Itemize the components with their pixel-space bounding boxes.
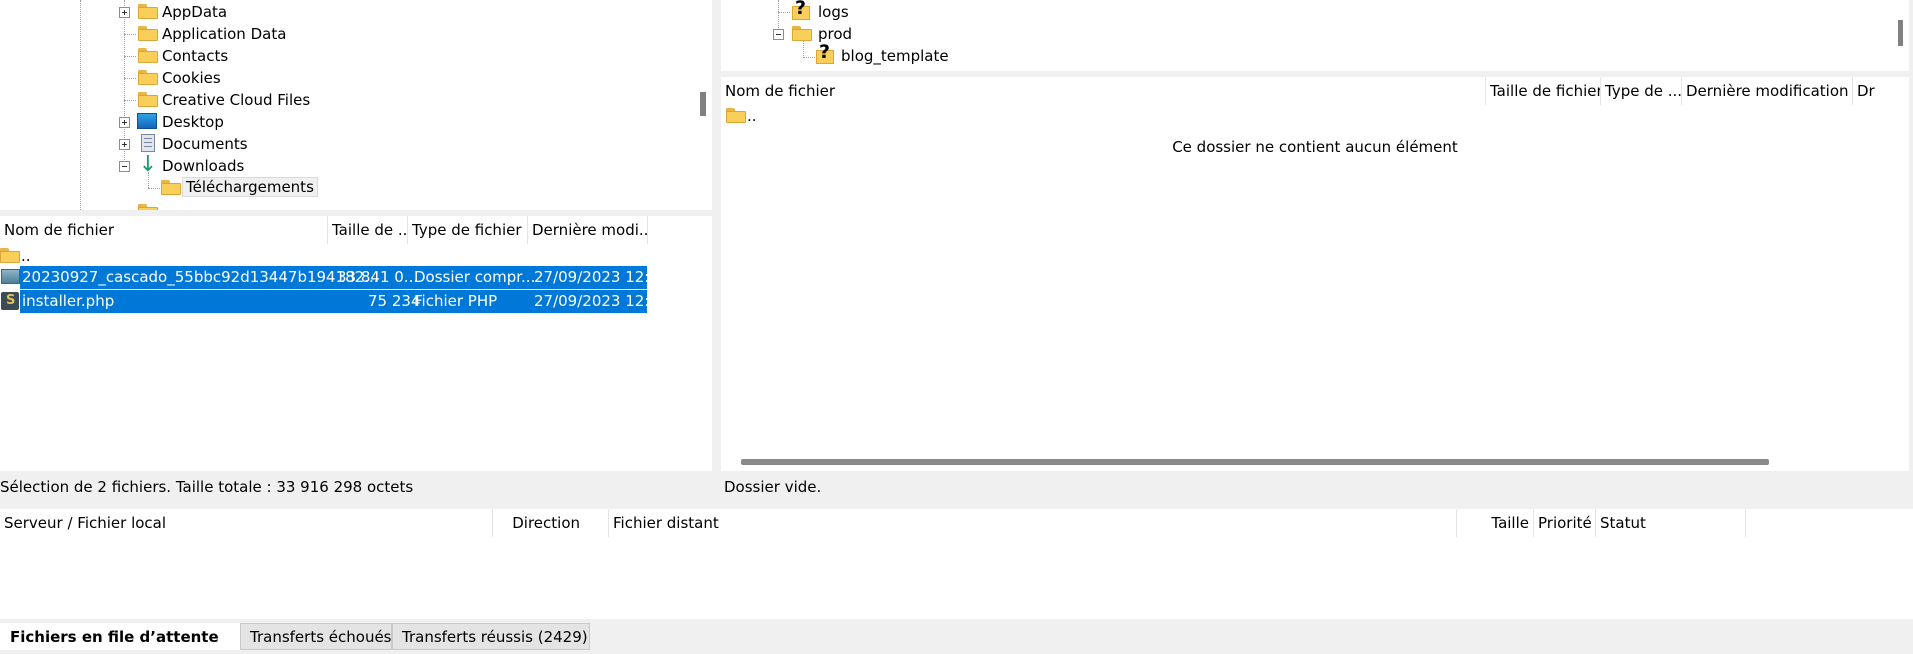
zip-file-icon	[1, 269, 20, 284]
empty-folder-message: Ce dossier ne contient aucun élément	[1172, 138, 1458, 156]
folder-icon	[138, 204, 158, 210]
expand-toggle[interactable]	[119, 7, 130, 18]
column-header-size[interactable]: Taille de fichier	[1486, 77, 1601, 105]
remote-list-header: Nom de fichier ^ Taille de fichier Type …	[721, 77, 1909, 105]
pane-splitter[interactable]	[714, 0, 719, 503]
column-header-priority[interactable]: Priorité	[1534, 509, 1596, 537]
tree-item-documents[interactable]: Documents	[162, 135, 248, 153]
remote-status-text: Dossier vide.	[724, 478, 822, 496]
sort-ascending-icon: ^	[156, 216, 164, 221]
folder-icon	[138, 70, 158, 85]
tab-successful-transfers[interactable]: Transferts réussis (2429)	[392, 623, 590, 650]
tab-queued-files[interactable]: Fichiers en file d’attente	[0, 623, 240, 650]
column-header-status[interactable]: Statut	[1596, 509, 1746, 537]
file-size: 33 841 0...	[337, 268, 419, 286]
column-header-type[interactable]: Type de ...	[1601, 77, 1682, 105]
column-header-type[interactable]: Type de fichier	[408, 216, 528, 244]
file-modified: 27/09/2023 12:...	[534, 292, 664, 310]
tree-item-desktop[interactable]: Desktop	[162, 113, 224, 131]
tree-scrollbar[interactable]	[693, 0, 712, 210]
tree-item-contacts[interactable]: Contacts	[162, 47, 228, 65]
file-name: installer.php	[22, 292, 115, 310]
remote-file-list[interactable]: Nom de fichier ^ Taille de fichier Type …	[721, 77, 1909, 471]
column-header-size[interactable]: Taille de ...	[328, 216, 408, 244]
tree-item-appdata[interactable]: AppData	[162, 3, 227, 21]
column-header-modified[interactable]: Dernière modification	[1682, 77, 1853, 105]
expand-toggle[interactable]	[119, 139, 130, 150]
column-header-remote-file[interactable]: Fichier distant	[609, 509, 1457, 537]
tree-item-creative-cloud-files[interactable]: Creative Cloud Files	[162, 91, 310, 109]
tree-guide	[80, 0, 81, 210]
tree-item-logs[interactable]: logs	[818, 3, 849, 21]
column-header-permissions[interactable]: Dr	[1853, 77, 1909, 105]
file-size: 75 234	[368, 292, 421, 310]
tree-guide	[148, 188, 160, 189]
tree-guide	[124, 34, 136, 35]
transfer-queue[interactable]: Serveur / Fichier local Direction Fichie…	[0, 509, 1913, 619]
tree-guide	[803, 40, 804, 58]
scrollbar-thumb[interactable]	[1898, 20, 1903, 46]
parent-directory[interactable]: ..	[747, 107, 757, 125]
tree-item-application-data[interactable]: Application Data	[162, 25, 286, 43]
local-status-text: Sélection de 2 fichiers. Taille totale :…	[0, 478, 414, 496]
tree-guide	[124, 78, 136, 79]
file-type: Dossier compr...	[414, 268, 536, 286]
table-row[interactable]: installer.php 75 234 Fichier PHP 27/09/2…	[20, 290, 664, 313]
folder-icon	[792, 26, 812, 41]
php-file-icon: S	[1, 292, 19, 310]
tree-item-downloads[interactable]: Downloads	[162, 157, 244, 175]
collapse-toggle[interactable]	[773, 29, 784, 40]
parent-directory[interactable]: ..	[21, 247, 31, 265]
collapse-toggle[interactable]	[119, 161, 130, 172]
question-folder-icon: ?	[814, 41, 834, 65]
tree-item-telechargements[interactable]: Téléchargements	[182, 177, 318, 197]
tree-guide	[124, 100, 136, 101]
tab-failed-transfers[interactable]: Transferts échoués	[240, 623, 392, 650]
tree-scrollbar[interactable]	[1891, 0, 1909, 71]
desktop-icon	[137, 113, 157, 129]
column-header-size[interactable]: Taille	[1457, 509, 1534, 537]
sort-ascending-icon: ^	[1098, 77, 1106, 82]
column-header-modified[interactable]: Dernière modi...	[528, 216, 648, 244]
documents-icon	[141, 134, 155, 152]
downloads-icon: ↓	[138, 152, 158, 177]
file-modified: 27/09/2023 12:...	[534, 268, 664, 286]
file-type: Fichier PHP	[414, 292, 498, 310]
table-row[interactable]: 20230927_cascado_55bbc92d13447b194182...…	[20, 266, 664, 289]
folder-icon	[138, 4, 158, 19]
local-file-list[interactable]: Nom de fichier ^ Taille de ... Type de f…	[0, 216, 712, 471]
question-folder-icon: ?	[790, 0, 810, 21]
tree-item-cookies[interactable]: Cookies	[162, 69, 221, 87]
folder-icon	[161, 180, 181, 195]
folder-icon	[138, 92, 158, 107]
folder-icon	[726, 108, 746, 123]
folder-icon	[138, 26, 158, 41]
folder-icon	[0, 248, 20, 263]
folder-icon	[138, 48, 158, 63]
tree-item-blog-template[interactable]: blog_template	[841, 47, 949, 65]
scrollbar-thumb[interactable]	[700, 92, 706, 116]
horizontal-scrollbar[interactable]	[741, 459, 1769, 465]
queue-header: Serveur / Fichier local Direction Fichie…	[0, 509, 1913, 537]
local-list-header: Nom de fichier ^ Taille de ... Type de f…	[0, 216, 712, 244]
tree-guide	[778, 12, 790, 13]
file-name: 20230927_cascado_55bbc92d13447b194182...	[22, 268, 379, 286]
expand-toggle[interactable]	[119, 117, 130, 128]
local-tree-pane[interactable]: AppData Application Data Contacts Cookie…	[0, 0, 712, 210]
tree-guide	[124, 56, 136, 57]
column-header-direction[interactable]: Direction	[493, 509, 609, 537]
remote-tree-pane[interactable]: ? logs prod ? blog_template	[721, 0, 1909, 71]
column-header-server-local[interactable]: Serveur / Fichier local	[0, 509, 493, 537]
